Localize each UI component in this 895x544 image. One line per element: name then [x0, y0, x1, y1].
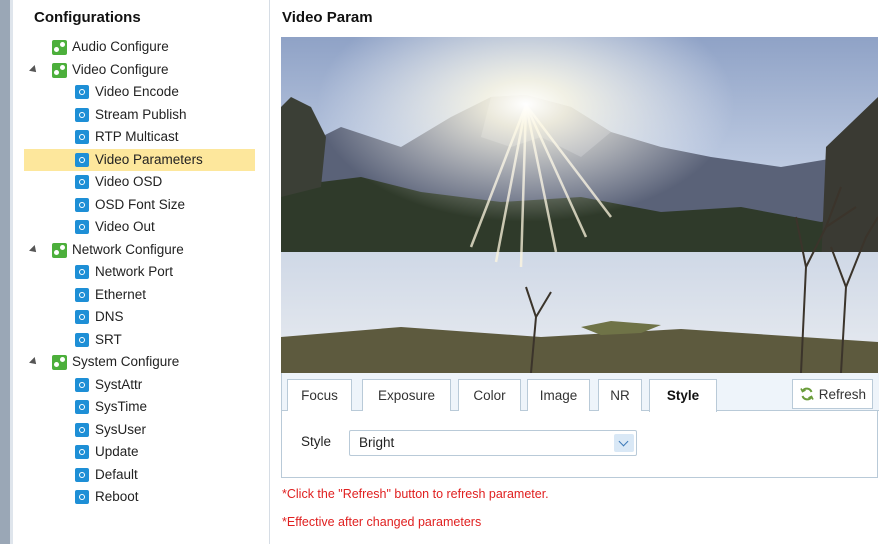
- sidebar-item-label: Video Configure: [72, 61, 169, 77]
- sidebar-item-video-encode[interactable]: Video Encode: [24, 81, 269, 104]
- gear-icon: [75, 422, 89, 437]
- sidebar-item-label: RTP Multicast: [95, 129, 179, 144]
- gear-group-icon: [52, 62, 67, 78]
- video-preview: [281, 37, 878, 373]
- sidebar-item-video-configure[interactable]: Video Configure: [24, 59, 269, 82]
- gear-icon: [75, 265, 89, 279]
- page-title: Video Param: [282, 9, 373, 26]
- style-label: Style: [301, 434, 332, 449]
- expand-arrow-icon[interactable]: [29, 244, 39, 255]
- gear-icon: [75, 445, 89, 459]
- sidebar-item-video-parameters[interactable]: Video Parameters: [24, 148, 255, 171]
- gear-icon: [75, 107, 89, 122]
- style-select[interactable]: Bright: [349, 430, 637, 456]
- video-frame-image: [281, 37, 878, 373]
- tab-nr[interactable]: NR: [598, 379, 642, 411]
- sidebar-item-audio-configure[interactable]: Audio Configure: [24, 36, 269, 59]
- sidebar-item-srt[interactable]: SRT: [24, 329, 269, 352]
- config-sidebar: Configurations Audio Configure Video Conf…: [24, 0, 270, 544]
- sidebar-item-label: System Configure: [72, 354, 180, 369]
- sidebar-item-default[interactable]: Default: [24, 464, 269, 487]
- left-frame-bar: [0, 0, 10, 544]
- tab-color[interactable]: Color: [458, 379, 521, 411]
- sidebar-item-label: Video OSD: [95, 174, 163, 189]
- param-panel: Focus Exposure Color Image NR Style Refr…: [281, 373, 879, 478]
- sidebar-item-video-out[interactable]: Video Out: [24, 216, 269, 239]
- gear-group-icon: [52, 40, 67, 55]
- sidebar-item-rtp-multicast[interactable]: RTP Multicast: [24, 126, 269, 149]
- refresh-label: Refresh: [818, 387, 866, 402]
- sidebar-item-label: Default: [95, 466, 138, 482]
- config-tree: Audio Configure Video Configure Video Enco…: [24, 36, 269, 509]
- expand-arrow-icon[interactable]: [29, 64, 39, 75]
- sidebar-item-ethernet[interactable]: Ethernet: [24, 284, 269, 307]
- sidebar-item-system-configure[interactable]: System Configure: [24, 351, 269, 374]
- gear-icon: [75, 332, 89, 347]
- sidebar-item-label: SysTime: [95, 399, 148, 414]
- sidebar-item-video-osd[interactable]: Video OSD: [24, 171, 269, 194]
- sidebar-item-systattr[interactable]: SystAttr: [24, 374, 269, 397]
- sidebar-title: Configurations: [34, 9, 141, 26]
- gear-icon: [75, 197, 89, 212]
- sidebar-item-label: Video Encode: [95, 84, 179, 99]
- gear-icon: [75, 175, 89, 189]
- gear-icon: [75, 310, 89, 324]
- sidebar-item-systime[interactable]: SysTime: [24, 396, 269, 419]
- expand-arrow-icon[interactable]: [29, 357, 39, 367]
- sidebar-item-network-configure[interactable]: Network Configure: [24, 239, 269, 262]
- refresh-button[interactable]: Refresh: [791, 379, 873, 409]
- gear-icon: [75, 85, 89, 99]
- refresh-icon: [800, 387, 814, 401]
- left-frame-edge: [10, 0, 13, 544]
- main-panel: Video Param Focus Exposure Color Image N…: [270, 0, 895, 544]
- sidebar-item-label: Video Parameters: [95, 151, 203, 167]
- sidebar-item-label: Network Port: [95, 264, 174, 279]
- sidebar-item-dns[interactable]: DNS: [24, 306, 269, 329]
- sidebar-item-reboot[interactable]: Reboot: [24, 486, 269, 509]
- gear-icon: [75, 152, 89, 167]
- tab-image[interactable]: Image: [527, 379, 590, 411]
- sidebar-item-label: DNS: [95, 309, 124, 324]
- tab-style[interactable]: Style: [649, 379, 717, 412]
- sidebar-item-label: OSD Font Size: [95, 196, 186, 212]
- sidebar-item-label: Stream Publish: [95, 106, 187, 122]
- sidebar-item-stream-publish[interactable]: Stream Publish: [24, 104, 269, 127]
- gear-icon: [75, 130, 89, 144]
- sidebar-item-label: Reboot: [95, 489, 139, 504]
- sidebar-item-label: Audio Configure: [72, 39, 169, 54]
- style-select-value: Bright: [359, 435, 395, 450]
- sidebar-item-label: Video Out: [95, 219, 155, 234]
- sidebar-item-update[interactable]: Update: [24, 441, 269, 464]
- gear-group-icon: [52, 242, 67, 258]
- sidebar-item-label: SystAttr: [95, 376, 143, 392]
- tab-focus[interactable]: Focus: [287, 379, 352, 411]
- sidebar-item-label: SysUser: [95, 421, 147, 437]
- gear-icon: [75, 287, 89, 302]
- tab-exposure[interactable]: Exposure: [362, 379, 451, 411]
- effective-hint: *Effective after changed parameters: [282, 515, 482, 529]
- sidebar-item-label: Network Configure: [72, 241, 184, 257]
- gear-icon: [75, 490, 89, 504]
- sidebar-item-osd-font-size[interactable]: OSD Font Size: [24, 194, 269, 217]
- tab-bar: Focus Exposure Color Image NR Style Refr…: [282, 373, 879, 412]
- gear-icon: [75, 400, 89, 414]
- sidebar-item-sysuser[interactable]: SysUser: [24, 419, 269, 442]
- refresh-hint: *Click the "Refresh" button to refresh p…: [282, 487, 549, 501]
- sidebar-item-network-port[interactable]: Network Port: [24, 261, 269, 284]
- sidebar-item-label: Ethernet: [95, 286, 147, 302]
- sidebar-item-label: Update: [95, 444, 139, 459]
- gear-group-icon: [52, 355, 67, 370]
- chevron-down-icon[interactable]: [614, 434, 634, 452]
- gear-icon: [75, 467, 89, 482]
- gear-icon: [75, 220, 89, 234]
- gear-icon: [75, 377, 89, 392]
- sidebar-item-label: SRT: [95, 331, 122, 347]
